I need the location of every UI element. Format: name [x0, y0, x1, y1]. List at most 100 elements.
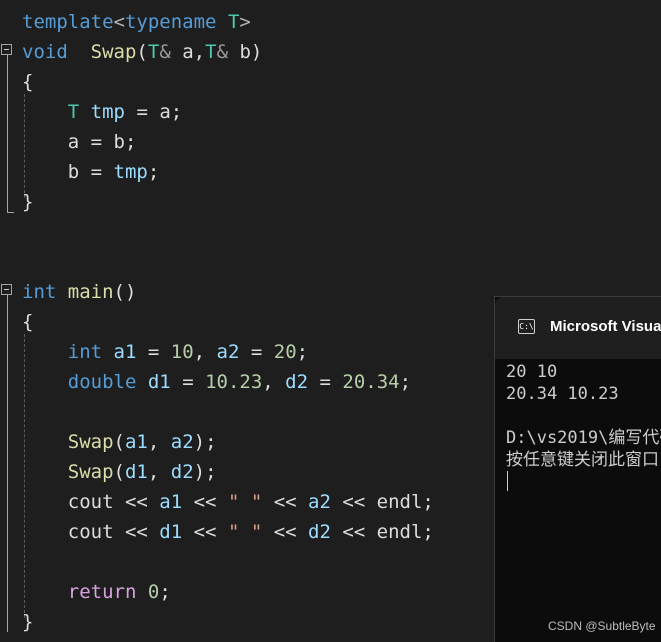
- code-line[interactable]: void Swap(T& a,T& b): [22, 37, 262, 67]
- code-token: =: [136, 341, 171, 363]
- console-titlebar[interactable]: C:\ Microsoft Visual Studio Debug Consol…: [495, 297, 661, 359]
- code-token: " ": [227, 521, 263, 543]
- console-output[interactable]: 20 10 20.34 10.23 D:\vs2019\编写代码\ 按任意键关闭…: [495, 359, 661, 642]
- code-token: a2: [216, 341, 240, 363]
- collapse-swap-icon[interactable]: [1, 44, 12, 55]
- code-token: 20: [273, 341, 297, 363]
- code-token: <<: [262, 491, 309, 513]
- code-line[interactable]: {: [22, 307, 33, 337]
- code-token: );: [193, 461, 217, 483]
- code-token: d2: [285, 371, 309, 393]
- code-token: &: [216, 41, 229, 63]
- code-token: a2: [170, 431, 194, 453]
- code-token: tmp: [113, 161, 148, 183]
- code-token: >: [239, 11, 251, 33]
- console-line: D:\vs2019\编写代码\: [506, 428, 661, 448]
- code-token: d2: [170, 461, 194, 483]
- code-token: }: [22, 611, 34, 633]
- code-line[interactable]: T tmp = a;: [22, 97, 182, 127]
- code-token: d2: [308, 521, 331, 543]
- code-token: {: [22, 71, 34, 93]
- code-token: {: [22, 311, 34, 333]
- code-token: 10: [170, 341, 194, 363]
- console-line: 20 10: [506, 362, 558, 382]
- code-line[interactable]: b = tmp;: [22, 157, 160, 187]
- code-token: << endl;: [330, 521, 434, 543]
- code-line[interactable]: double d1 = 10.23, d2 = 20.34;: [22, 367, 411, 397]
- code-line[interactable]: template<typename T>: [22, 7, 251, 37]
- code-token: << endl;: [330, 491, 434, 513]
- console-caret: [507, 471, 508, 491]
- code-line[interactable]: Swap(d1, d2);: [22, 457, 217, 487]
- code-token: (): [113, 281, 137, 303]
- code-token: ;: [296, 341, 309, 363]
- code-token: =: [170, 371, 206, 393]
- code-token: (: [113, 461, 125, 483]
- code-token: a,: [170, 41, 206, 63]
- code-line[interactable]: return 0;: [22, 577, 171, 607]
- code-token: <<: [182, 521, 228, 543]
- code-token: (: [136, 41, 148, 63]
- code-line[interactable]: Swap(a1, a2);: [22, 427, 217, 457]
- code-line[interactable]: a = b;: [22, 127, 137, 157]
- code-token: int: [22, 281, 57, 303]
- code-token: void: [22, 41, 68, 63]
- code-token: typename: [124, 11, 217, 33]
- code-token: T: [205, 41, 217, 63]
- code-token: b =: [22, 161, 114, 183]
- code-token: }: [22, 191, 34, 213]
- code-token: 20.34: [342, 371, 400, 393]
- code-token: a = b;: [22, 131, 137, 153]
- code-token: &: [159, 41, 171, 63]
- code-token: ;: [147, 161, 160, 183]
- code-token: Swap: [67, 461, 114, 483]
- code-token: tmp: [90, 101, 125, 123]
- code-line[interactable]: cout << a1 << " " << a2 << endl;: [22, 487, 434, 517]
- code-token: int: [67, 341, 103, 363]
- debug-console-window[interactable]: C:\ Microsoft Visual Studio Debug Consol…: [494, 296, 661, 642]
- code-line[interactable]: }: [22, 187, 33, 217]
- code-line[interactable]: cout << d1 << " " << d2 << endl;: [22, 517, 434, 547]
- code-token: " ": [227, 491, 263, 513]
- code-token: d1: [147, 371, 171, 393]
- code-token: T: [227, 11, 240, 33]
- code-token: );: [193, 431, 217, 453]
- collapse-main-icon[interactable]: [1, 284, 12, 295]
- code-token: a1: [159, 491, 183, 513]
- code-token: a1: [124, 431, 148, 453]
- code-line[interactable]: int a1 = 10, a2 = 20;: [22, 337, 308, 367]
- code-token: ;: [159, 581, 171, 603]
- code-token: main: [67, 281, 114, 303]
- code-token: a1: [113, 341, 137, 363]
- console-app-icon: C:\: [518, 319, 535, 334]
- code-token: =: [308, 371, 343, 393]
- code-line[interactable]: {: [22, 67, 33, 97]
- console-line: 20.34 10.23: [506, 384, 619, 404]
- code-token: Swap: [90, 41, 137, 63]
- fold-rail-swap: [7, 55, 8, 212]
- code-token: b): [228, 41, 263, 63]
- code-line[interactable]: int main(): [22, 277, 136, 307]
- code-token: d1: [124, 461, 148, 483]
- code-line[interactable]: }: [22, 607, 33, 637]
- code-token: cout <<: [22, 521, 160, 543]
- watermark: CSDN @SubtleByte: [548, 619, 656, 633]
- code-token: = a;: [125, 101, 183, 123]
- code-token: d1: [159, 521, 183, 543]
- code-token: a2: [308, 491, 331, 513]
- code-token: ,: [147, 431, 171, 453]
- code-token: T: [147, 41, 160, 63]
- code-token: <<: [262, 521, 309, 543]
